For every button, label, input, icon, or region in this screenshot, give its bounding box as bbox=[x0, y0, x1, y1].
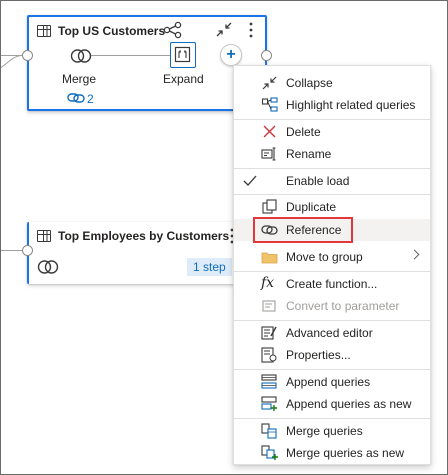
check-icon bbox=[243, 175, 257, 186]
highlight-box bbox=[253, 217, 353, 243]
menu-separator bbox=[234, 194, 430, 195]
append-icon bbox=[261, 374, 277, 389]
menu-item-label: Move to group bbox=[286, 250, 363, 264]
menu-item-label: Create function... bbox=[286, 277, 378, 291]
menu-item-merge-queries-as-new[interactable]: Merge queries as new bbox=[234, 442, 430, 464]
share-icon[interactable] bbox=[163, 21, 183, 39]
expand-icon bbox=[174, 46, 191, 63]
expand-step-label: Expand bbox=[163, 72, 204, 86]
query-title: Top Employees by Customers bbox=[58, 229, 230, 243]
delete-icon bbox=[263, 125, 276, 138]
menu-item-enable-load[interactable]: Enable load bbox=[234, 170, 430, 192]
expand-step[interactable] bbox=[170, 42, 196, 68]
menu-separator bbox=[234, 168, 430, 169]
rename-icon bbox=[261, 147, 276, 161]
menu-item-rename[interactable]: Rename bbox=[234, 143, 430, 165]
menu-item-delete[interactable]: Delete bbox=[234, 121, 430, 143]
menu-item-append-queries-as-new[interactable]: Append queries as new bbox=[234, 393, 430, 415]
menu-item-label: Collapse bbox=[286, 76, 333, 90]
collapse-icon bbox=[262, 76, 277, 90]
properties-icon bbox=[261, 347, 277, 363]
menu-item-collapse[interactable]: Collapse bbox=[234, 72, 430, 94]
menu-item-append-queries[interactable]: Append queries bbox=[234, 371, 430, 393]
link-count: 2 bbox=[87, 92, 94, 106]
menu-item-duplicate[interactable]: Duplicate bbox=[234, 196, 430, 218]
connector-line bbox=[0, 250, 24, 251]
menu-item-label: Append queries bbox=[286, 375, 371, 389]
menu-item-convert-to-parameter[interactable]: Convert to parameter bbox=[234, 295, 430, 317]
menu-separator bbox=[234, 119, 430, 120]
function-icon: fx bbox=[261, 275, 275, 291]
menu-item-merge-queries[interactable]: Merge queries bbox=[234, 420, 430, 442]
input-port[interactable] bbox=[22, 245, 33, 256]
menu-item-move-to-group[interactable]: Move to group bbox=[234, 246, 430, 268]
duplicate-icon bbox=[262, 199, 277, 214]
step-line bbox=[91, 55, 171, 56]
folder-icon bbox=[261, 252, 278, 264]
table-icon bbox=[37, 230, 51, 242]
merge-new-icon bbox=[261, 445, 278, 460]
menu-item-label: Append queries as new bbox=[286, 397, 412, 411]
link-icon bbox=[67, 93, 85, 103]
more-icon[interactable] bbox=[247, 21, 255, 39]
menu-item-label: Advanced editor bbox=[286, 326, 373, 340]
advanced-editor-icon bbox=[261, 326, 277, 340]
add-step-button[interactable]: + bbox=[220, 44, 242, 66]
menu-item-advanced-editor[interactable]: Advanced editor bbox=[234, 322, 430, 344]
menu-separator bbox=[234, 369, 430, 370]
menu-item-label: Merge queries as new bbox=[286, 446, 405, 460]
menu-item-label: Delete bbox=[286, 125, 321, 139]
menu-item-label: Highlight related queries bbox=[286, 98, 416, 112]
menu-item-label: Convert to parameter bbox=[286, 299, 400, 313]
menu-item-highlight-related[interactable]: Highlight related queries bbox=[234, 94, 430, 116]
append-new-icon bbox=[261, 396, 277, 411]
merge-queries-icon bbox=[261, 423, 277, 439]
menu-item-label: Duplicate bbox=[286, 200, 337, 214]
query-title: Top US Customers bbox=[58, 24, 166, 38]
menu-item-create-function[interactable]: fx Create function... bbox=[234, 273, 430, 295]
merge-step-label: Merge bbox=[62, 72, 97, 86]
input-port[interactable] bbox=[22, 50, 33, 61]
menu-item-label: Enable load bbox=[286, 174, 350, 188]
menu-separator bbox=[234, 320, 430, 321]
chevron-right-icon bbox=[409, 249, 420, 260]
output-port[interactable] bbox=[261, 50, 272, 61]
menu-item-properties[interactable]: Properties... bbox=[234, 344, 430, 366]
table-icon bbox=[37, 25, 51, 37]
menu-item-label: Rename bbox=[286, 147, 332, 161]
menu-separator bbox=[234, 271, 430, 272]
menu-item-label: Merge queries bbox=[286, 424, 363, 438]
convert-icon bbox=[262, 300, 276, 312]
merge-icon bbox=[37, 260, 59, 274]
menu-item-label: Properties... bbox=[286, 348, 351, 362]
highlight-icon bbox=[261, 97, 278, 112]
collapse-icon[interactable] bbox=[215, 21, 233, 39]
merge-icon[interactable] bbox=[69, 48, 93, 64]
step-count-badge: 1 step bbox=[187, 258, 232, 276]
context-menu: Collapse Highlight related queries Delet… bbox=[233, 65, 431, 465]
menu-separator bbox=[234, 418, 430, 419]
